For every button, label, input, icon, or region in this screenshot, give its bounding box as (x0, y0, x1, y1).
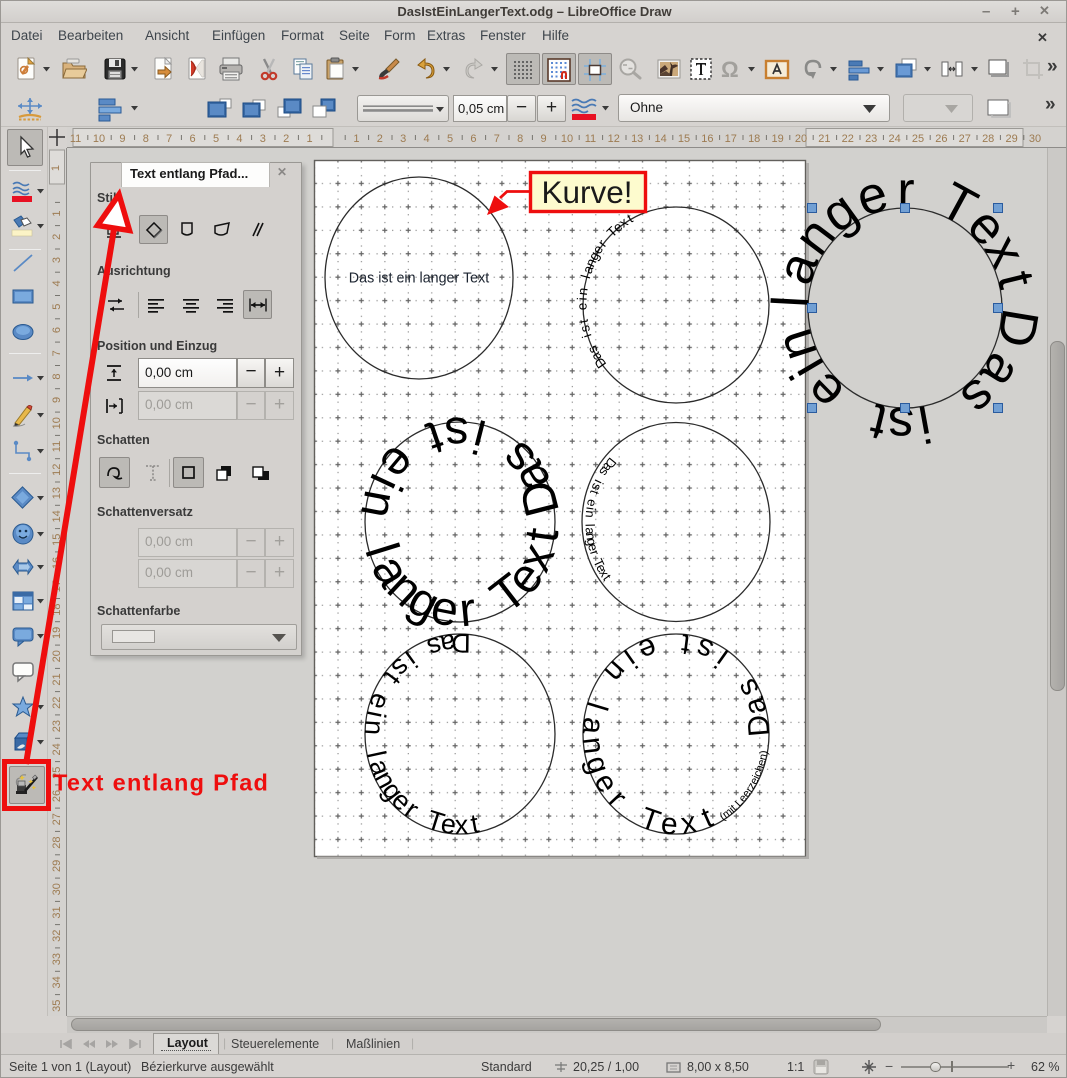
svg-text:Kurve!: Kurve! (541, 174, 632, 210)
svg-text:Text entlang Pfad: Text entlang Pfad (53, 770, 269, 796)
